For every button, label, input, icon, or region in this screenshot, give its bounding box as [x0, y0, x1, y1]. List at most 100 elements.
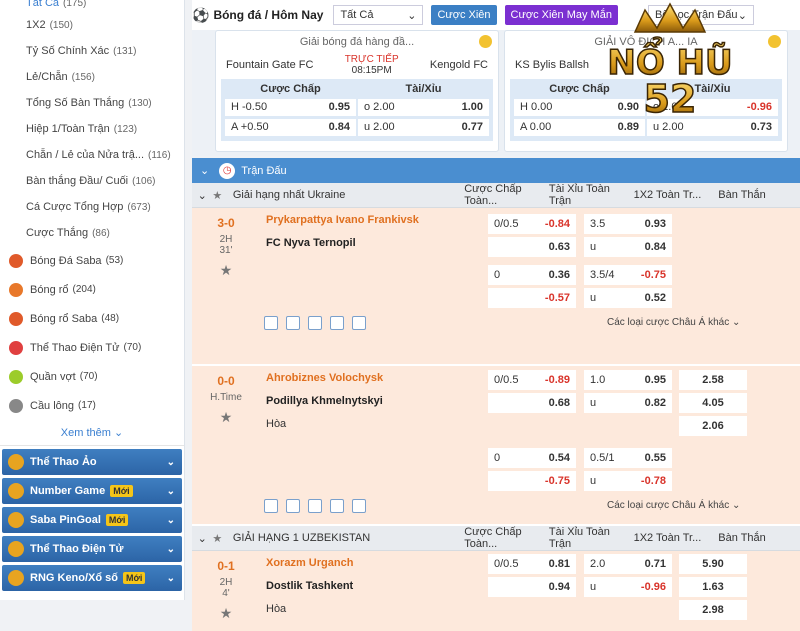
sidebar-item[interactable]: 1X2 (150) [0, 12, 184, 38]
coin-icon[interactable] [330, 499, 344, 513]
handicap-odds[interactable]: 0.94 [488, 577, 576, 597]
sidebar-sport[interactable]: Thể Thao Điện Tử (70) [0, 333, 184, 362]
over-under-odds[interactable]: 2.0 0.71 [584, 554, 672, 574]
coin-icon[interactable] [479, 35, 492, 48]
home-team: Xorazm Urganch [266, 557, 354, 569]
sidebar-item[interactable]: Hiệp 1/Toàn Trận (123) [0, 116, 184, 142]
handicap-odds[interactable]: 0.68 [488, 393, 576, 413]
sidebar-item[interactable]: Tỷ Số Chính Xác (131) [0, 38, 184, 64]
odds-cell[interactable]: o 2.00 1.00 [358, 98, 489, 116]
sidebar-sport[interactable]: Bóng Đá Saba (53) [0, 246, 184, 275]
match-minute: 31' [219, 245, 233, 256]
over-under-odds[interactable]: 0.5/1 0.55 [584, 448, 672, 468]
sidebar-item[interactable]: Chẵn / Lẻ của Nửa trậ... (116) [0, 142, 184, 168]
sidebar-category[interactable]: Thể Thao Ảo ⌄ [2, 449, 182, 475]
sidebar-category[interactable]: Thể Thao Điện Tử ⌄ [2, 536, 182, 562]
chart-icon[interactable] [352, 316, 366, 330]
1x2-odds[interactable]: 2.06 [679, 416, 747, 436]
logo-text-line2: 52 [644, 77, 697, 120]
coin-icon[interactable] [768, 35, 781, 48]
chevron-down-icon: ⌄ [197, 189, 207, 202]
lucky-parlay-button[interactable]: Cược Xiên May Mắn [504, 5, 618, 25]
handicap-odds[interactable]: 0 0.36 [488, 265, 576, 285]
coin-icon[interactable] [330, 316, 344, 330]
over-under-odds[interactable]: u -0.78 [584, 471, 672, 491]
sidebar-item[interactable]: Lẻ/Chẵn (156) [0, 64, 184, 90]
category-icon [8, 512, 24, 528]
1x2-odds[interactable]: 5.90 [679, 554, 747, 574]
sport-icon [9, 369, 23, 384]
over-under-odds[interactable]: u 0.52 [584, 288, 672, 308]
over-under-odds[interactable]: u -0.96 [584, 577, 672, 597]
over-under-odds[interactable]: u 0.82 [584, 393, 672, 413]
away-team: FC Nyva Ternopil [266, 237, 356, 249]
handicap-odds[interactable]: 0 0.54 [488, 448, 576, 468]
handicap-odds[interactable]: 0/0.5 0.81 [488, 554, 576, 574]
sidebar-category[interactable]: Number Game Mới ⌄ [2, 478, 182, 504]
sidebar-category[interactable]: Saba PinGoal Mới ⌄ [2, 507, 182, 533]
over-under-odds[interactable]: 3.5/4 -0.75 [584, 265, 672, 285]
1x2-odds[interactable]: 2.98 [679, 600, 747, 620]
featured-match-card[interactable]: Giải bóng đá hàng đầ... Fountain Gate FC T… [215, 30, 499, 152]
see-more-link[interactable]: Xem thêm ⌄ [0, 420, 184, 446]
card-odds: Cược Chấp Tài/Xỉu H -0.50 0.95 o 2.00 1.00 A +… [221, 79, 493, 141]
more-asian-bets-link[interactable]: Các loại cược Châu Á khác ⌄ [607, 500, 740, 511]
sidebar-item[interactable]: Bàn thắng Đầu/ Cuối (106) [0, 168, 184, 194]
star-icon[interactable] [264, 499, 278, 513]
column-header: Cược Chấp Toàn... [464, 183, 522, 207]
star-icon[interactable] [264, 316, 278, 330]
odds-cell[interactable]: u 2.00 0.73 [647, 118, 778, 136]
handicap-odds[interactable]: -0.75 [488, 471, 576, 491]
star-icon[interactable]: ★ [212, 189, 232, 202]
stats-icon[interactable] [286, 316, 300, 330]
handicap-odds[interactable]: 0.63 [488, 237, 576, 257]
chart-icon[interactable] [352, 499, 366, 513]
sidebar-sport[interactable]: Cầu lông (17) [0, 391, 184, 420]
stats-icon[interactable] [286, 499, 300, 513]
section-header-matches[interactable]: ⌄ ◷ Trận Đấu [192, 158, 800, 183]
column-header: Bàn Thắn [718, 189, 766, 201]
chevron-down-icon: ⌄ [166, 514, 175, 526]
sidebar-item[interactable]: Tổng Số Bàn Thắng (130) [0, 90, 184, 116]
odds-cell[interactable]: H -0.50 0.95 [225, 98, 356, 116]
sidebar-sport[interactable]: Bóng rổ Saba (48) [0, 304, 184, 333]
chevron-down-icon: ⌄ [407, 9, 417, 22]
over-under-odds[interactable]: u 0.84 [584, 237, 672, 257]
away-team: Podillya Khmelnytskyi [266, 395, 383, 407]
star-icon[interactable]: ★ [192, 605, 260, 622]
sidebar-sport[interactable]: Quần vợt (70) [0, 362, 184, 391]
chevron-down-icon: ⌄ [737, 9, 747, 22]
1x2-odds[interactable]: 4.05 [679, 393, 747, 413]
card-league: Giải bóng đá hàng đầ... [299, 36, 415, 48]
sidebar-sport[interactable]: Bóng rổ (204) [0, 275, 184, 304]
handicap-odds[interactable]: 0/0.5 -0.89 [488, 370, 576, 390]
over-under-odds[interactable]: 3.5 0.93 [584, 214, 672, 234]
column-header: Tài Xỉu Toàn Trận [548, 526, 610, 550]
category-icon [8, 541, 24, 557]
sidebar-item[interactable]: Cược Thắng (86) [0, 220, 184, 246]
star-icon[interactable]: ★ [192, 409, 260, 426]
tv-icon[interactable] [308, 316, 322, 330]
1x2-odds[interactable]: 2.58 [679, 370, 747, 390]
odds-cell[interactable]: A +0.50 0.84 [225, 118, 356, 136]
match-row: 3-0 2H 31' ★ Prykarpattya Ivano Frankivsk FC … [192, 208, 800, 366]
sidebar-item-all[interactable]: Tất Cả (175) [0, 0, 184, 12]
market-select[interactable]: Tất Cả ⌄ [333, 5, 424, 25]
sidebar-category[interactable]: RNG Keno/Xổ số Mới ⌄ [2, 565, 182, 591]
sidebar-item[interactable]: Cá Cược Tổng Hợp (673) [0, 194, 184, 220]
handicap-odds[interactable]: -0.57 [488, 288, 576, 308]
over-under-odds[interactable]: 1.0 0.95 [584, 370, 672, 390]
tv-icon[interactable] [308, 499, 322, 513]
star-icon[interactable]: ★ [192, 262, 260, 279]
draw-label: Hòa [266, 603, 287, 615]
1x2-odds[interactable]: 1.63 [679, 577, 747, 597]
handicap-odds[interactable]: 0/0.5 -0.84 [488, 214, 576, 234]
more-asian-bets-link[interactable]: Các loại cược Châu Á khác ⌄ [607, 317, 740, 328]
league-header[interactable]: ⌄ ★ GIẢI HẠNG 1 UZBEKISTAN Cược Chấp Toàn..… [192, 526, 800, 551]
parlay-button[interactable]: Cược Xiên [431, 5, 497, 25]
odds-cell[interactable]: A 0.00 0.89 [514, 118, 645, 136]
league-header[interactable]: ⌄ ★ Giải hạng nhất Ukraine Cược Chấp Toàn..… [192, 183, 800, 208]
odds-cell[interactable]: u 2.00 0.77 [358, 118, 489, 136]
star-icon[interactable]: ★ [212, 532, 232, 545]
match-row: 0-0 H.Time ★ Ahrobiznes Volochysk Podillya K… [192, 366, 800, 526]
